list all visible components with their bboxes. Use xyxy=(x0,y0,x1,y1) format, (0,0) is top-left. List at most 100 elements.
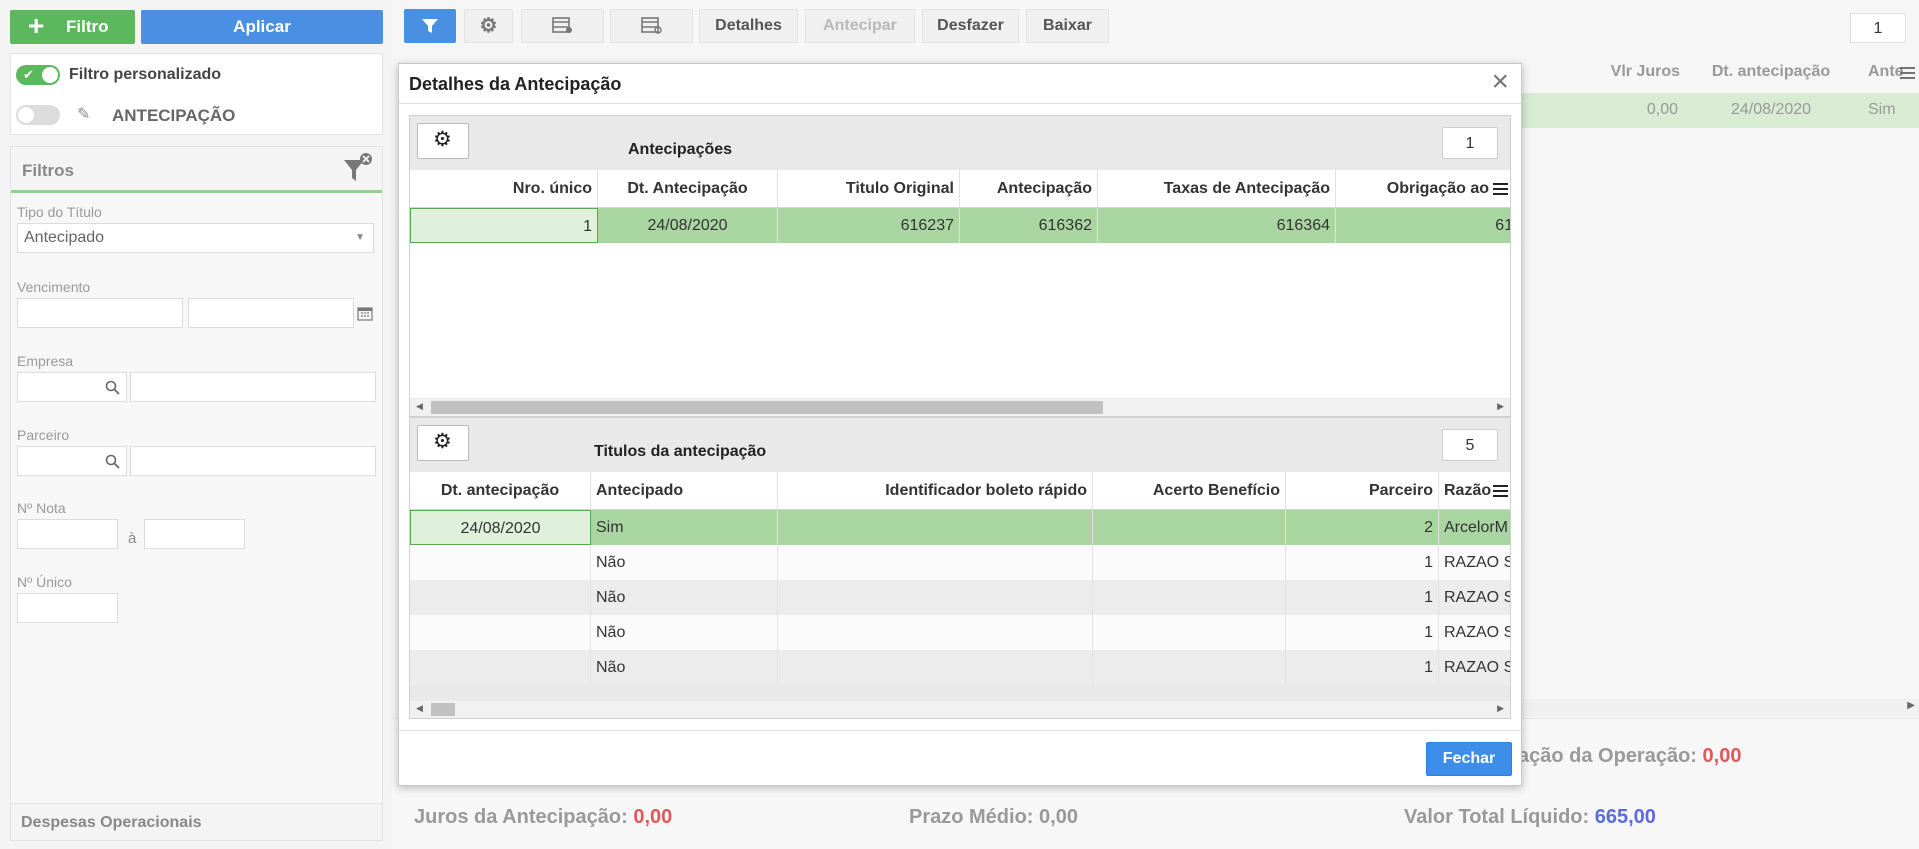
scroll-right-icon[interactable]: ▶ xyxy=(1497,703,1504,714)
edit-icon[interactable]: ✎ xyxy=(77,104,90,124)
vencimento-start-input[interactable] xyxy=(17,298,183,328)
bg-grid-scrollbar[interactable]: ▶ xyxy=(1522,699,1919,716)
antecipacoes-hscrollbar[interactable]: ◀ ▶ xyxy=(410,399,1510,416)
cell-antecipacao: 616362 xyxy=(960,208,1098,243)
grid-layout-button[interactable] xyxy=(610,9,693,43)
col-antecipado[interactable]: Antecipado xyxy=(591,472,778,509)
col-titulo-original[interactable]: Titulo Original xyxy=(778,170,960,207)
grid-config-button[interactable] xyxy=(521,9,604,43)
col-antecipacao[interactable]: Antecipação xyxy=(960,170,1098,207)
cell-dt-antecipacao xyxy=(410,580,591,615)
antecipar-button[interactable]: Antecipar xyxy=(805,9,915,43)
desfazer-button[interactable]: Desfazer xyxy=(922,9,1019,43)
baixar-button[interactable]: Baixar xyxy=(1026,9,1109,43)
clear-filter-icon[interactable] xyxy=(342,152,374,184)
close-icon[interactable]: × xyxy=(1491,66,1509,98)
antecipacao-filter-toggle[interactable] xyxy=(16,105,60,125)
search-icon[interactable] xyxy=(105,454,120,469)
cell-acerto-beneficio xyxy=(1093,650,1286,685)
scroll-right-icon[interactable]: ▶ xyxy=(1497,401,1504,412)
parceiro-name-input[interactable] xyxy=(130,446,376,476)
vencimento-end-input[interactable] xyxy=(188,298,354,328)
bg-col-ante: Ante xyxy=(1868,63,1904,80)
table-row[interactable]: Não 1 RAZAO S xyxy=(410,580,1510,615)
tipo-titulo-select[interactable]: Antecipado ▼ xyxy=(17,223,374,253)
column-menu-icon[interactable] xyxy=(1900,67,1915,79)
tipo-titulo-label: Tipo do Título xyxy=(17,204,102,220)
scrollbar-thumb[interactable] xyxy=(431,401,1103,414)
plus-icon: + xyxy=(28,10,45,41)
cell-identificador-boleto xyxy=(778,580,1093,615)
calendar-icon[interactable] xyxy=(357,305,373,321)
col-dt-antecipacao[interactable]: Dt. antecipação xyxy=(410,472,591,509)
funnel-icon xyxy=(422,19,438,33)
parceiro-code-input[interactable] xyxy=(17,446,127,476)
record-count: 1 xyxy=(1850,13,1906,43)
grid-refresh-icon xyxy=(640,17,662,34)
cell-antecipado: Não xyxy=(591,545,778,580)
titulos-settings-button[interactable]: ⚙ xyxy=(417,425,469,461)
filters-panel: Filtros Tipo do Título Antecipado ▼ Venc… xyxy=(10,146,383,806)
modal-header: Detalhes da Antecipação × xyxy=(399,64,1521,104)
col-nro-unico[interactable]: Nro. único xyxy=(410,170,598,207)
titulos-hscrollbar[interactable]: ◀ ▶ xyxy=(410,701,1510,718)
cell-obrigacao: 616 xyxy=(1495,217,1510,234)
scroll-left-icon[interactable]: ◀ xyxy=(416,703,423,714)
cell-razao: RAZAO S xyxy=(1444,659,1510,676)
gear-icon: ⚙ xyxy=(479,15,498,37)
table-row[interactable]: Não 1 RAZAO S xyxy=(410,615,1510,650)
nota-start-input[interactable] xyxy=(17,519,118,549)
empresa-name-input[interactable] xyxy=(130,372,376,402)
bg-cell-dt-antecipacao: 24/08/2020 xyxy=(1730,101,1812,118)
filters-title: Filtros xyxy=(22,161,74,180)
operacao-total: ação da Operação: 0,00 xyxy=(1518,745,1741,768)
column-menu-icon[interactable] xyxy=(1493,183,1508,195)
col-identificador-boleto[interactable]: Identificador boleto rápido xyxy=(778,472,1093,509)
custom-filter-toggle[interactable]: ✔ xyxy=(16,65,60,85)
filter-sidebar: + Filtro Aplicar ✔ Filtro personalizado … xyxy=(0,0,392,849)
scroll-right-icon[interactable]: ▶ xyxy=(1907,700,1915,711)
add-filter-button[interactable]: + Filtro xyxy=(10,10,135,44)
juros-total: Juros da Antecipação: 0,00 xyxy=(414,806,672,829)
col-obrigacao[interactable]: Obrigação ao xyxy=(1336,170,1494,207)
cell-parceiro: 1 xyxy=(1286,545,1439,580)
cell-antecipado: Não xyxy=(591,580,778,615)
bg-grid-header: Vlr Juros Dt. antecipação Ante xyxy=(1522,55,1919,91)
detalhes-button[interactable]: Detalhes xyxy=(699,9,798,43)
filter-toggle-button[interactable] xyxy=(404,9,456,43)
fechar-button[interactable]: Fechar xyxy=(1426,742,1512,776)
prazo-value: 0,00 xyxy=(1039,806,1078,828)
col-razao[interactable]: Razão xyxy=(1439,472,1491,509)
operacao-label: ação da Operação: xyxy=(1518,745,1697,767)
despesas-section[interactable]: Despesas Operacionais xyxy=(10,803,383,841)
tipo-titulo-value: Antecipado xyxy=(24,229,105,246)
table-row[interactable]: Não 1 RAZAO S xyxy=(410,650,1510,685)
empresa-code-input[interactable] xyxy=(17,372,127,402)
col-acerto-beneficio[interactable]: Acerto Benefício xyxy=(1093,472,1286,509)
unico-input[interactable] xyxy=(17,593,118,623)
scroll-left-icon[interactable]: ◀ xyxy=(416,401,423,412)
settings-button[interactable]: ⚙ xyxy=(464,9,513,43)
column-menu-icon[interactable] xyxy=(1493,485,1508,497)
cell-acerto-beneficio xyxy=(1093,615,1286,650)
cell-identificador-boleto xyxy=(778,650,1093,685)
table-row[interactable]: 24/08/2020 Sim 2 ArcelorM xyxy=(410,510,1510,545)
cell-taxas-antecipacao: 616364 xyxy=(1098,208,1336,243)
col-parceiro[interactable]: Parceiro xyxy=(1286,472,1439,509)
cell-acerto-beneficio xyxy=(1093,510,1286,545)
apply-button[interactable]: Aplicar xyxy=(141,10,383,44)
col-taxas-antecipacao[interactable]: Taxas de Antecipação xyxy=(1098,170,1336,207)
titulos-title: Titulos da antecipação xyxy=(594,443,767,460)
scrollbar-thumb[interactable] xyxy=(431,703,455,716)
search-icon[interactable] xyxy=(105,380,120,395)
col-dt-antecipacao[interactable]: Dt. Antecipação xyxy=(598,170,778,207)
custom-filter-label: Filtro personalizado xyxy=(69,66,222,83)
titulos-count: 5 xyxy=(1442,429,1498,461)
bg-grid-row[interactable]: 0,00 24/08/2020 Sim xyxy=(1522,93,1919,128)
titulos-grid-header: Dt. antecipação Antecipado Identificador… xyxy=(410,472,1510,510)
antecipacoes-settings-button[interactable]: ⚙ xyxy=(417,123,469,159)
prazo-medio: Prazo Médio: 0,00 xyxy=(909,806,1078,829)
table-row[interactable]: 1 24/08/2020 616237 616362 616364 616 xyxy=(410,208,1510,243)
nota-end-input[interactable] xyxy=(144,519,245,549)
table-row[interactable]: Não 1 RAZAO S xyxy=(410,545,1510,580)
